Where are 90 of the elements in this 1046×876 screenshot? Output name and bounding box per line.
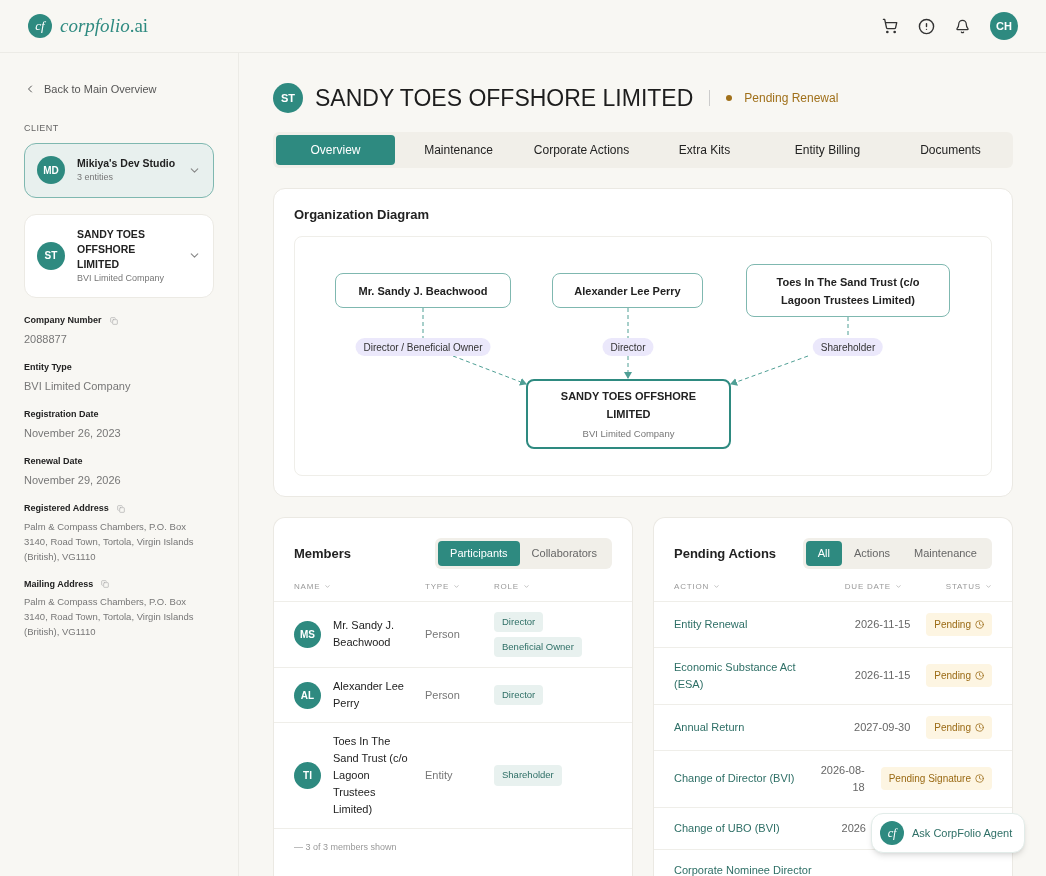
member-type: Person	[425, 627, 461, 642]
client-avatar: ST	[37, 241, 65, 270]
relation-label: Director	[602, 338, 654, 356]
members-footer: — 3 of 3 members shown	[274, 829, 632, 867]
tab[interactable]: Maintenance	[399, 134, 518, 165]
field-label: Registration Date	[24, 408, 99, 421]
due-date: 2026-11-15	[854, 616, 911, 632]
member-avatar: TI	[294, 762, 321, 789]
tab[interactable]: Corporate Actions	[522, 134, 641, 165]
role-tag: Director	[494, 684, 544, 706]
entity-name: SANDY TOES OFFSHORE LIMITED	[559, 388, 698, 422]
entity-type: BVI Limited Company	[582, 426, 675, 441]
member-name: Toes In The Sand Trust (c/o Lagoon Trustees Limited)	[333, 734, 408, 817]
role-tag: Shareholder	[494, 765, 562, 786]
relation-label: Shareholder	[812, 338, 884, 356]
status-badge: Pending	[926, 664, 992, 687]
back-link[interactable]: Back to Main Overview	[24, 81, 214, 98]
field-label: Company Number	[24, 314, 102, 327]
card-title: Organization Diagram	[294, 205, 431, 224]
due-date: 2026-08-18	[819, 762, 865, 795]
client-card[interactable]: MD Mikiya's Dev Studio 3 entities	[24, 143, 214, 198]
owner-node: Mr. Sandy J. Beachwood	[335, 273, 511, 308]
sort-icon	[324, 583, 332, 590]
due-date: 2026	[841, 820, 866, 836]
member-type: Person	[425, 687, 461, 703]
field-value: BVI Limited Company	[24, 378, 132, 394]
sort-icon	[453, 583, 461, 590]
filter-tab[interactable]: Actions	[841, 541, 902, 566]
due-date: 2027-09-30	[854, 719, 911, 735]
agent-logo: cf	[880, 821, 904, 845]
card-title: Pending Actions	[674, 544, 777, 563]
status-badge: Pending Signature	[880, 767, 992, 790]
member-name: Mr. Sandy J. Beachwood	[333, 618, 396, 651]
cart-icon[interactable]	[882, 18, 898, 34]
action-link[interactable]: Change of UBO (BVI)	[674, 819, 809, 837]
action-link[interactable]: Change of Director (BVI)	[674, 770, 809, 787]
action-link[interactable]: Entity Renewal	[674, 615, 809, 633]
field-value: November 26, 2023	[24, 425, 122, 441]
filter-tab[interactable]: Participants	[438, 541, 520, 566]
filter-tab[interactable]: Collaborators	[519, 541, 609, 566]
notification-icon[interactable]	[955, 18, 970, 34]
tab[interactable]: Documents	[891, 134, 1010, 165]
sort-icon	[895, 583, 902, 590]
filter-tab[interactable]: All	[805, 541, 842, 566]
user-avatar: CH	[990, 12, 1018, 40]
field-label: Entity Type	[24, 361, 72, 374]
status-badge: Pending	[926, 715, 992, 739]
action-link[interactable]: Corporate Nominee Director	[674, 861, 992, 876]
ask-agent-button[interactable]: cf Ask CorpFolio Agent	[871, 813, 1026, 853]
owner-node: Toes In The Sand Trust (c/o Lagoon Trustees Limited)	[746, 264, 950, 317]
action-link[interactable]: Annual Return	[674, 718, 809, 736]
relation-label: Director / Beneficial Owner	[355, 338, 491, 356]
client-subtitle: 3 entities	[77, 171, 115, 184]
due-date: 2026-11-15	[854, 668, 911, 684]
field-value: November 29, 2026	[24, 472, 122, 488]
logo-mark: cf	[28, 14, 52, 38]
status-badge: Pending	[926, 612, 992, 636]
field-value: Palm & Compass Chambers, P.O. Box 3140, Road Town, Tortola, Virgin Islands (British), VG1110	[24, 519, 195, 564]
member-avatar: AL	[294, 681, 321, 709]
field-value: Palm & Compass Chambers, P.O. Box 3140, Road Town, Tortola, Virgin Islands (British), VG1110	[24, 595, 195, 639]
logo-text: corpfolio.ai	[60, 13, 149, 38]
tab[interactable]: Entity Billing	[768, 134, 887, 165]
role-tag: Director	[494, 611, 544, 632]
member-name: Alexander Lee Perry	[333, 679, 405, 711]
sort-icon	[985, 583, 992, 590]
member-avatar: MS	[294, 620, 321, 648]
tab[interactable]: Extra Kits	[645, 134, 764, 165]
sort-icon	[713, 583, 721, 590]
section-label: CLIENT	[24, 121, 60, 135]
entity-title: SANDY TOES OFFSHORE LIMITED	[315, 84, 694, 113]
card-title: Members	[294, 544, 352, 563]
field-label: Renewal Date	[24, 455, 83, 468]
owner-node: Alexander Lee Perry	[552, 273, 703, 308]
sort-icon	[523, 583, 530, 590]
alert-icon[interactable]	[918, 17, 935, 35]
client-card[interactable]: ST SANDY TOES OFFSHORE LIMITED BVI Limited Company	[24, 213, 214, 298]
filter-tab[interactable]: Maintenance	[902, 541, 989, 566]
tab[interactable]: Overview	[276, 134, 395, 165]
role-tag: Beneficial Owner	[494, 636, 582, 657]
client-subtitle: BVI Limited Company	[77, 271, 166, 285]
action-link[interactable]: Economic Substance Act (ESA)	[674, 658, 809, 693]
field-label: Mailing Address	[24, 577, 94, 591]
client-avatar: MD	[37, 156, 65, 185]
entity-avatar: ST	[273, 83, 303, 114]
status-text: Pending Renewal	[744, 90, 839, 108]
member-type: Entity	[425, 768, 454, 784]
client-name: Mikiya's Dev Studio	[77, 156, 176, 171]
client-name: SANDY TOES OFFSHORE LIMITED	[77, 226, 146, 272]
field-label: Registered Address	[24, 502, 109, 515]
field-value: 2088877	[24, 331, 68, 347]
